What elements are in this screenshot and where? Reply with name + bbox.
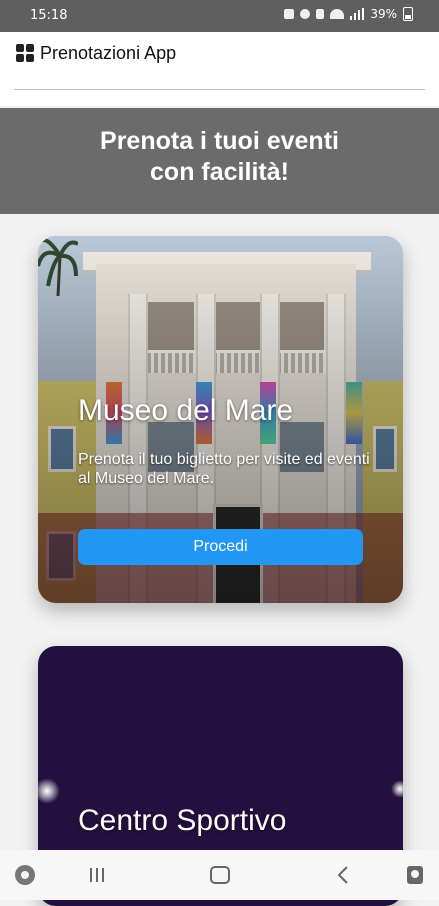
recents-icon [90,868,104,882]
proceed-button[interactable]: Procedi [78,529,363,565]
battery-icon [403,7,413,21]
system-nav-bar [0,850,439,900]
signal-icon [350,8,365,20]
lock-icon [284,9,295,19]
status-icons: 39% [284,7,413,21]
appbar-divider [14,89,425,90]
event-card-museo[interactable]: Museo del Mare Prenota il tuo biglietto … [38,236,403,603]
home-button[interactable] [207,862,233,888]
home-icon [210,866,230,884]
assistant-icon [15,865,35,885]
card-description: Prenota il tuo biglietto per visite ed e… [78,451,370,487]
app-title: Prenotazioni App [40,43,177,63]
hero-title-line1: Prenota i tuoi eventi [100,127,339,155]
grid-apps-icon [16,44,34,62]
hero-title: Prenota i tuoi eventi con facilità! [0,126,439,188]
battery-percent: 39% [370,7,397,21]
accessibility-icon [407,866,423,884]
status-time: 15:18 [30,8,68,23]
status-bar: 15:18 39% [0,0,439,32]
accessibility-button[interactable] [402,862,428,888]
mute-icon [316,9,325,19]
assistant-button[interactable] [12,862,38,888]
wifi-icon [330,9,345,19]
app-bar: Prenotazioni App [0,32,439,106]
back-button[interactable] [330,862,356,888]
recents-button[interactable] [84,862,110,888]
alarm-icon [300,9,311,19]
hero-banner: Prenota i tuoi eventi con facilità! [0,108,439,214]
back-icon [337,866,348,884]
card-title: Museo del Mare [78,394,294,427]
hero-title-line2: con facilità! [150,158,289,186]
card-title: Centro Sportivo [78,804,287,837]
